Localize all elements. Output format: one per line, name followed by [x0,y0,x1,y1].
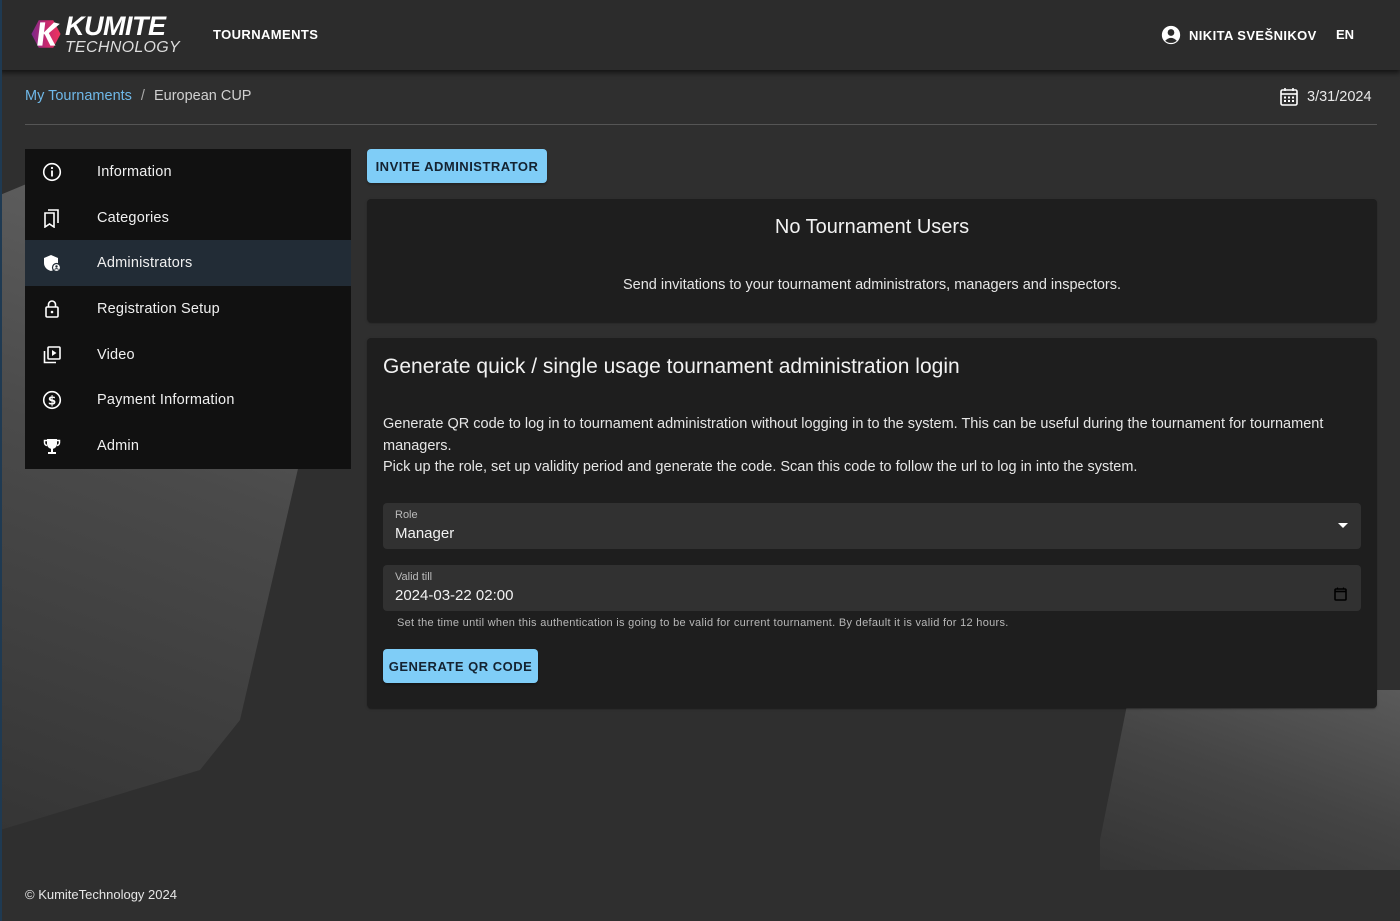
logo-secondary-text: TECHNOLOGY [64,38,180,56]
tournament-users-card: No Tournament Users Send invitations to … [367,199,1377,322]
kumite-logo[interactable]: KUMITE TECHNOLOGY [30,12,180,56]
sidebar-item-label: Payment Information [97,392,235,409]
admin-shield-icon [42,253,62,273]
role-value: Manager [395,525,455,542]
tournament-sidebar: Information Categories Administrators Re… [25,149,351,469]
logo-primary-text: KUMITE [64,10,166,41]
dollar-circle-icon: $ [42,390,62,410]
sidebar-item-admin[interactable]: Admin [25,423,351,469]
sidebar-item-video[interactable]: Video [25,332,351,378]
kumite-k-hexagon-logo-icon [31,20,61,48]
quick-login-title: Generate quick / single usage tournament… [383,355,960,378]
breadcrumb-my-tournaments[interactable]: My Tournaments [25,88,132,104]
calendar-picker-icon[interactable] [1334,587,1347,601]
valid-till-label: Valid till [395,571,433,583]
sidebar-item-label: Categories [97,209,170,226]
valid-till-helper-text: Set the time until when this authenticat… [397,617,1009,629]
empty-state-subtitle: Send invitations to your tournament admi… [622,277,1122,293]
calendar-icon [1280,88,1298,106]
sidebar-item-information[interactable]: Information [25,149,351,195]
header-divider [25,124,1377,125]
generate-qr-code-button[interactable]: GENERATE QR CODE [383,649,538,683]
user-menu-button[interactable]: NIKITA SVEŠNIKOV [1161,25,1317,45]
bookmarks-icon [42,208,62,228]
role-label: Role [395,509,418,521]
sidebar-item-categories[interactable]: Categories [25,195,351,241]
video-library-icon [42,345,62,365]
quick-login-card: Generate quick / single usage tournament… [367,338,1377,708]
sidebar-item-label: Administrators [97,255,193,272]
description-line: Generate QR code to log in to tournament… [383,416,1324,454]
breadcrumb: My Tournaments / European CUP [25,88,251,104]
invite-administrator-button[interactable]: INVITE ADMINISTRATOR [367,149,547,183]
quick-login-description: Generate QR code to log in to tournament… [383,414,1363,479]
window-edge [0,0,2,921]
top-app-bar: KUMITE TECHNOLOGY TOURNAMENTS NIKITA SVE… [0,0,1400,70]
empty-state-title: No Tournament Users [774,216,970,238]
lock-icon [42,299,62,319]
breadcrumb-current: European CUP [153,88,252,104]
background-decoration-right [1100,690,1400,870]
date-value: 3/31/2024 [1307,88,1372,105]
sidebar-item-registration-setup[interactable]: Registration Setup [25,286,351,332]
svg-text:$: $ [48,394,56,408]
account-circle-icon [1161,25,1181,45]
sidebar-item-payment-information[interactable]: $ Payment Information [25,377,351,423]
user-name: NIKITA SVEŠNIKOV [1189,27,1317,43]
breadcrumb-separator: / [140,88,145,104]
nav-tournaments-link[interactable]: TOURNAMENTS [213,27,318,42]
language-selector[interactable]: EN [1336,27,1354,42]
tournament-date: 3/31/2024 [1280,87,1372,106]
info-icon [42,162,62,182]
sidebar-item-label: Admin [97,437,140,454]
sidebar-item-administrators[interactable]: Administrators [25,240,351,287]
trophy-icon [42,436,62,456]
sidebar-item-label: Information [97,163,172,180]
footer-copyright: © KumiteTechnology 2024 [25,887,177,902]
valid-till-field[interactable]: Valid till [383,565,1361,611]
description-line: Pick up the role, set up validity period… [383,459,1138,475]
valid-till-input[interactable] [395,587,1295,604]
role-select[interactable]: Role Manager [383,503,1361,549]
sidebar-item-label: Video [97,346,135,363]
sidebar-item-label: Registration Setup [97,300,220,317]
dropdown-arrow-icon[interactable] [1338,523,1348,528]
